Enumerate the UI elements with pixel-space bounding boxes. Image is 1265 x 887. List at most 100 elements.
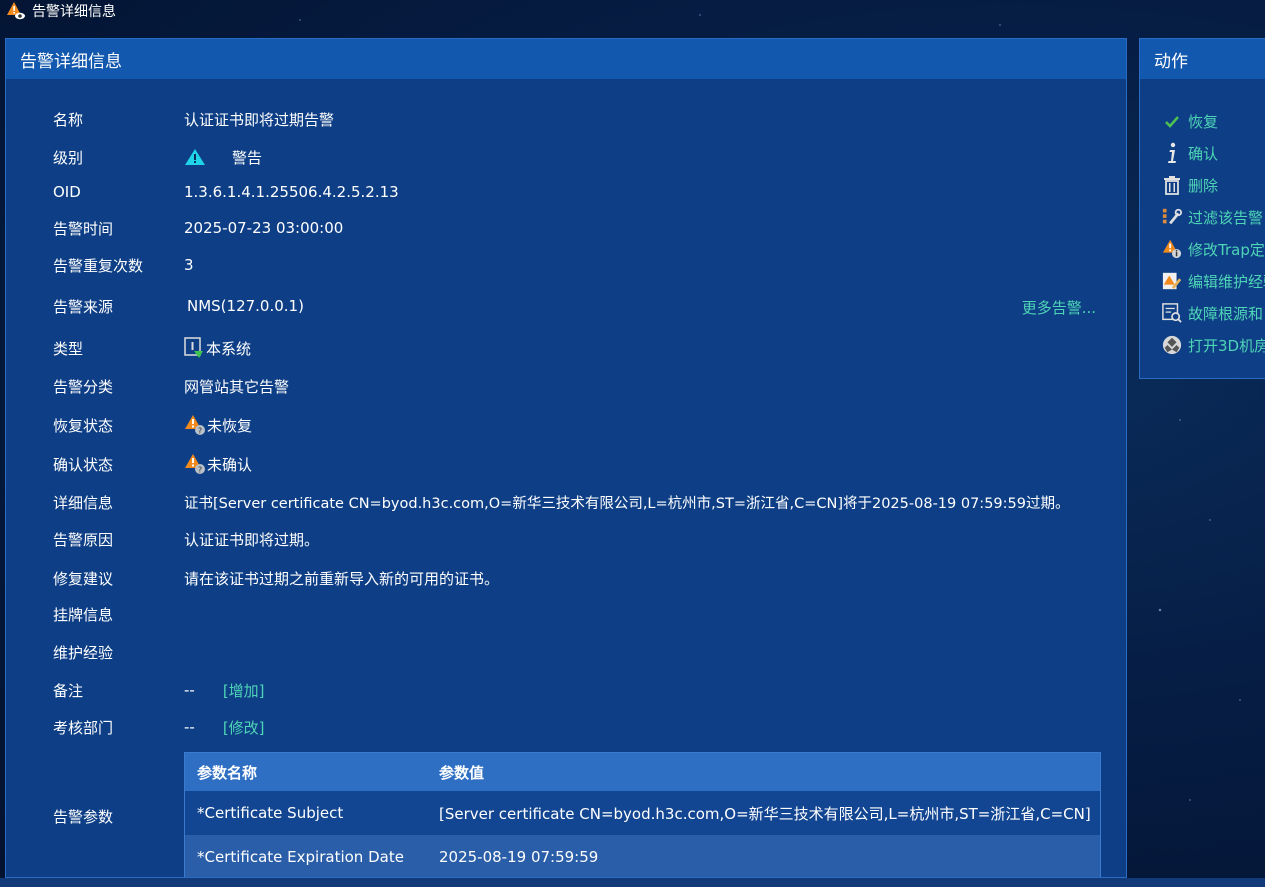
param-value: 2025-08-19 07:59:59 [439, 848, 599, 866]
field-repeat: 告警重复次数 3 [53, 253, 1113, 277]
field-label: 告警分类 [53, 377, 114, 396]
action-filter-alarm[interactable]: 过滤该告警 [1162, 201, 1265, 233]
field-label: 恢复状态 [53, 416, 114, 435]
action-delete[interactable]: 删除 [1162, 169, 1265, 201]
field-label: OID [53, 183, 81, 201]
table-row: *Certificate Subject [Server certificate… [185, 791, 1100, 835]
field-oid: OID 1.3.6.1.4.1.25506.4.2.5.2.13 [53, 180, 1113, 204]
field-value: 请在该证书过期之前重新导入新的可用的证书。 [184, 569, 500, 588]
action-label: 打开3D机房 [1188, 336, 1265, 355]
field-source: 告警来源 NMS(127.0.0.1) [53, 294, 1113, 318]
trash-icon [1162, 175, 1182, 195]
action-label: 删除 [1188, 176, 1219, 195]
field-label: 挂牌信息 [53, 605, 114, 624]
param-name: *Certificate Expiration Date [197, 848, 404, 866]
filter-wrench-icon [1162, 207, 1182, 227]
field-label: 告警时间 [53, 219, 114, 238]
action-open-3d-room[interactable]: 打开3D机房 [1162, 329, 1265, 361]
field-label: 级别 [53, 148, 84, 167]
svg-text:?: ? [198, 427, 202, 436]
action-label: 编辑维护经验 [1188, 272, 1265, 291]
field-value: 认证证书即将过期。 [184, 530, 320, 549]
svg-text:?: ? [198, 466, 202, 475]
field-label: 修复建议 [53, 569, 114, 588]
field-value: 证书[Server certificate CN=byod.h3c.com,O=… [184, 495, 1070, 512]
window-titlebar: 告警详细信息 [0, 0, 1265, 22]
field-experience: 维护经验 [53, 640, 1113, 664]
field-value: 未确认 [207, 455, 253, 474]
action-label: 恢复 [1188, 112, 1219, 131]
field-label: 备注 [53, 681, 84, 700]
field-level: 级别 警告 [53, 145, 1113, 169]
field-label: 类型 [53, 339, 84, 358]
action-label: 确认 [1188, 144, 1219, 163]
field-value: -- [184, 718, 195, 736]
actions-panel: 动作 恢复 确认 删除 过滤该告警 修改Trap定义 编辑维护经验 故障根源和 [1139, 38, 1265, 379]
column-header-value: 参数值 [439, 763, 485, 782]
field-dept: 考核部门 -- [修改] [53, 715, 1113, 739]
field-advice: 修复建议 请在该证书过期之前重新导入新的可用的证书。 [53, 566, 1113, 590]
field-label: 考核部门 [53, 718, 114, 737]
action-confirm[interactable]: 确认 [1162, 137, 1265, 169]
field-value: 未恢复 [207, 416, 253, 435]
field-label: 维护经验 [53, 643, 114, 662]
field-detail: 详细信息 证书[Server certificate CN=byod.h3c.c… [53, 490, 1113, 514]
warning-info-icon [1162, 239, 1182, 259]
field-name: 名称 认证证书即将过期告警 [53, 107, 1113, 131]
field-value: 网管站其它告警 [184, 377, 290, 396]
warning-unknown-icon: ? [184, 414, 206, 436]
3d-room-icon [1162, 335, 1182, 355]
root-cause-icon [1162, 303, 1182, 323]
action-edit-experience[interactable]: 编辑维护经验 [1162, 265, 1265, 297]
info-icon [1162, 142, 1182, 163]
more-alarms-link[interactable]: 更多告警... [1022, 297, 1096, 318]
panel-title: 告警详细信息 [6, 39, 1126, 79]
warning-unknown-icon: ? [184, 453, 206, 475]
field-category: 告警分类 网管站其它告警 [53, 374, 1113, 398]
field-value: 3 [184, 256, 194, 274]
field-reason: 告警原因 认证证书即将过期。 [53, 527, 1113, 551]
field-time: 告警时间 2025-07-23 03:00:00 [53, 216, 1113, 240]
action-recover[interactable]: 恢复 [1162, 105, 1265, 137]
field-label: 告警重复次数 [53, 256, 144, 275]
actions-list: 恢复 确认 删除 过滤该告警 修改Trap定义 编辑维护经验 故障根源和 打开 [1162, 105, 1265, 361]
field-value: 2025-07-23 03:00:00 [184, 219, 344, 237]
action-label: 过滤该告警 [1188, 208, 1264, 227]
field-value: 1.3.6.1.4.1.25506.4.2.5.2.13 [184, 183, 399, 201]
param-value: [Server certificate CN=byod.h3c.com,O=新华… [439, 804, 1091, 823]
bottom-bar [0, 878, 1265, 887]
actions-title: 动作 [1140, 39, 1265, 79]
param-name: *Certificate Subject [197, 804, 344, 822]
action-root-cause[interactable]: 故障根源和 [1162, 297, 1265, 329]
field-label: 告警来源 [53, 297, 114, 316]
field-value: 认证证书即将过期告警 [184, 110, 335, 129]
table-header: 参数名称 参数值 [185, 753, 1100, 791]
field-value: 警告 [232, 148, 263, 167]
field-tag: 挂牌信息 [53, 602, 1113, 626]
field-label: 告警参数 [53, 807, 114, 826]
field-note: 备注 -- [增加] [53, 678, 1113, 702]
field-label: 确认状态 [53, 455, 114, 474]
column-header-name: 参数名称 [197, 763, 258, 782]
action-edit-trap[interactable]: 修改Trap定义 [1162, 233, 1265, 265]
field-ack-status: 确认状态 ? 未确认 [53, 452, 1113, 476]
field-params-label: 告警参数 [53, 804, 178, 828]
check-icon [1162, 111, 1182, 131]
field-label: 名称 [53, 110, 84, 129]
field-type: 类型 本系统 [53, 336, 1113, 360]
action-label: 修改Trap定义 [1188, 240, 1265, 259]
edit-dept-link[interactable]: [修改] [223, 717, 265, 738]
field-value: 本系统 [206, 339, 252, 358]
window-title: 告警详细信息 [32, 4, 116, 20]
alarm-detail-panel: 告警详细信息 名称 认证证书即将过期告警 级别 警告 OID 1.3.6.1.4… [5, 38, 1127, 878]
table-row: *Certificate Expiration Date 2025-08-19 … [185, 835, 1100, 877]
action-label: 故障根源和 [1188, 304, 1264, 323]
field-label: 告警原因 [53, 530, 114, 549]
alarm-params-table: 参数名称 参数值 *Certificate Subject [Server ce… [184, 752, 1101, 877]
local-system-icon [184, 337, 204, 359]
field-value: -- [184, 681, 195, 699]
field-label: 详细信息 [53, 493, 114, 512]
alarm-eye-icon [6, 1, 26, 21]
field-value: NMS(127.0.0.1) [187, 297, 304, 315]
add-note-link[interactable]: [增加] [223, 680, 265, 701]
